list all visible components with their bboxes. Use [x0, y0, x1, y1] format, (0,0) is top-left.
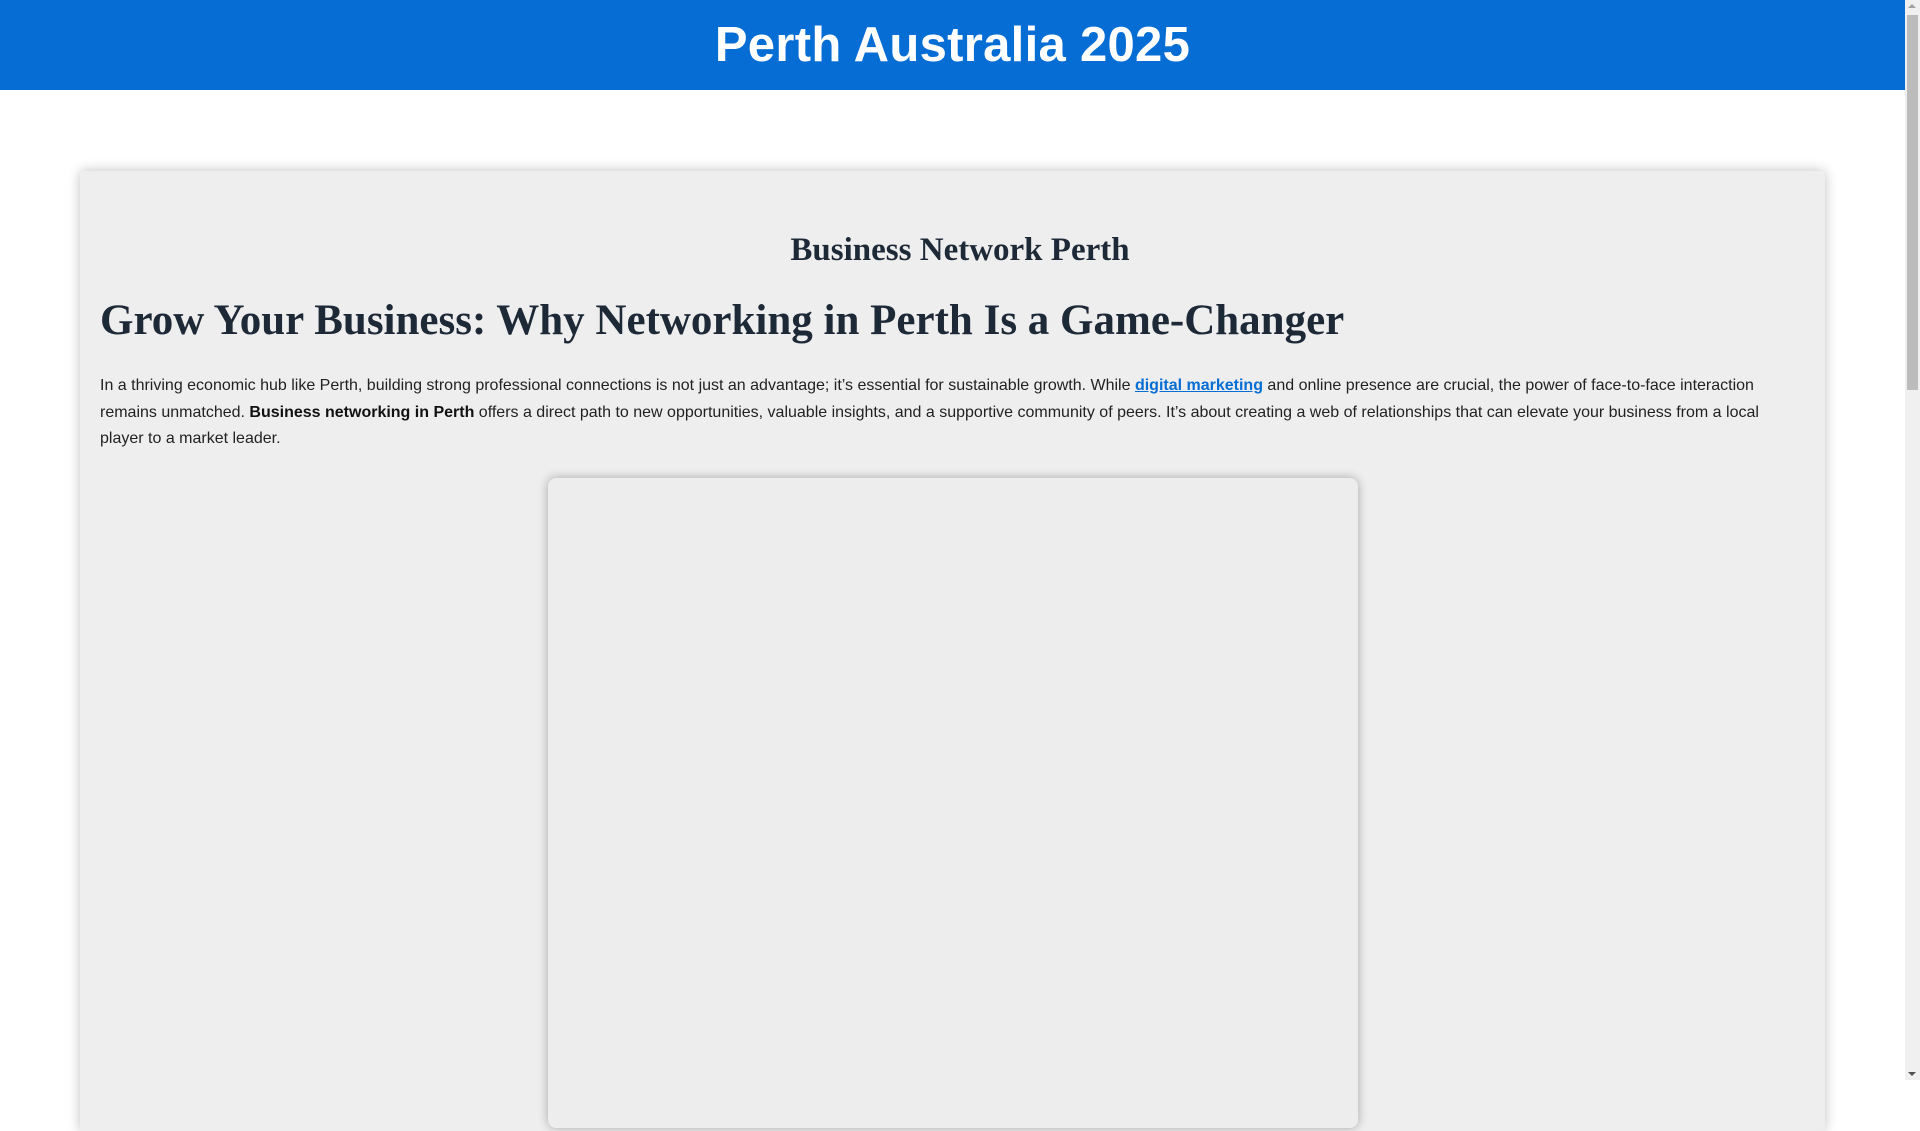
scrollbar-thumb[interactable]: [1907, 15, 1918, 390]
article-image-placeholder: [548, 478, 1358, 1128]
site-header-title[interactable]: Perth Australia 2025: [715, 17, 1190, 73]
paragraph-text: In a thriving economic hub like Perth, b…: [100, 377, 1135, 394]
scroll-down-arrow-icon[interactable]: [1908, 1072, 1916, 1076]
paragraph-bold-text: Business networking in Perth: [249, 403, 475, 421]
scroll-up-arrow-icon[interactable]: [1908, 4, 1916, 8]
article-paragraph: In a thriving economic hub like Perth, b…: [100, 373, 1805, 453]
article-heading: Grow Your Business: Why Networking in Pe…: [100, 297, 1345, 344]
digital-marketing-link[interactable]: digital marketing: [1135, 377, 1263, 394]
section-title: Business Network Perth: [790, 232, 1130, 268]
site-header: Perth Australia 2025: [0, 0, 1905, 90]
vertical-scrollbar[interactable]: [1905, 0, 1920, 1080]
